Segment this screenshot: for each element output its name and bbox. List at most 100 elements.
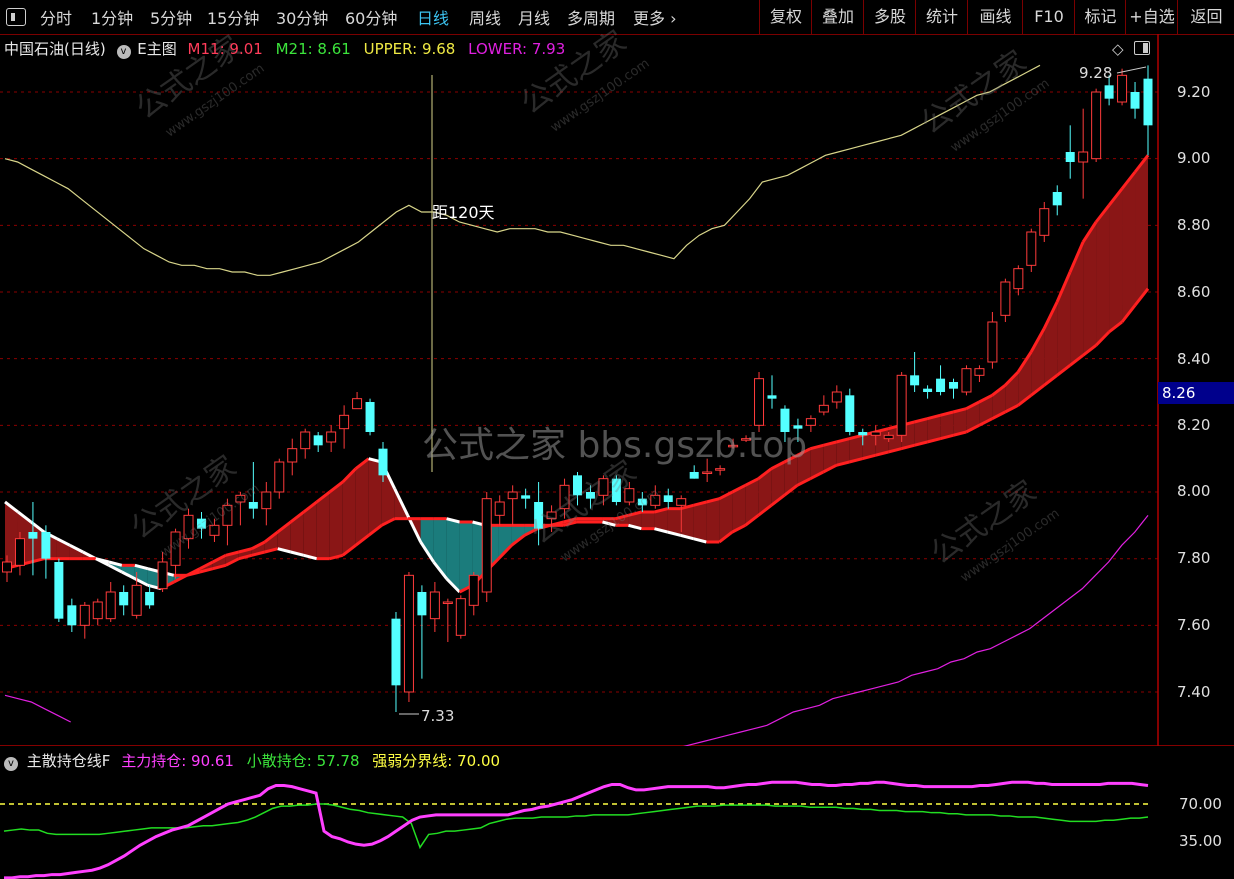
band-fill-86 [1122, 171, 1136, 322]
candle-72 [936, 378, 946, 392]
candle-78 [1013, 268, 1024, 290]
candle-3 [41, 531, 51, 559]
candle-31 [403, 574, 414, 693]
watermark-3: 公式之家www.gszj100.com [125, 449, 263, 560]
diamond-icon[interactable]: ◇ [1112, 40, 1124, 58]
price-tick-7: 7.80 [1177, 549, 1211, 567]
candle-4 [54, 561, 64, 619]
upper-label: UPPER: 9.68 [363, 40, 456, 58]
candle-28 [365, 401, 375, 432]
candle-53 [689, 471, 699, 479]
price-tick-4: 8.40 [1177, 350, 1211, 368]
price-chart[interactable]: 公式之家www.gszj100.com 公式之家www.gszj100.com 公式… [0, 0, 1234, 746]
candle-33 [429, 591, 440, 620]
candle-70 [910, 375, 920, 386]
band-fill-32 [420, 518, 434, 562]
candle-51 [663, 495, 673, 502]
candle-69 [896, 374, 907, 436]
candle-75 [974, 368, 985, 376]
price-tick-8: 7.60 [1177, 616, 1211, 634]
candle-80 [1039, 208, 1050, 236]
candle-59 [767, 395, 777, 399]
low-price-label: 7.33 [421, 707, 455, 725]
candle-68 [883, 434, 894, 440]
m21-label: M21: 8.61 [275, 40, 351, 58]
band-fill-53 [693, 501, 707, 542]
main-legend: 中国石油(日线) v E主图 M11: 9.01 M21: 8.61 UPPER… [4, 38, 565, 59]
sub-legend: v 主散持仓线F 主力持仓: 90.61 小散持仓: 57.78 强弱分界线: … [4, 750, 500, 771]
band-fill-25 [329, 481, 343, 559]
candle-88 [1143, 78, 1153, 126]
candle-26 [339, 414, 350, 430]
candle-63 [818, 404, 829, 413]
lower-line-left [4, 694, 71, 723]
price-tick-2: 8.80 [1177, 216, 1211, 234]
candle-82 [1065, 151, 1075, 162]
candle-74 [961, 368, 972, 393]
high-arrow [1116, 66, 1147, 74]
candle-73 [949, 381, 959, 389]
candle-64 [831, 391, 842, 403]
candle-1 [14, 538, 25, 566]
candle-7 [92, 601, 103, 620]
boundary-label: 强弱分界线: 70.00 [372, 752, 501, 770]
candle-66 [858, 431, 868, 436]
candle-67 [870, 431, 881, 436]
band-fill-49 [641, 511, 655, 529]
watermark-2: 公式之家www.gszj100.com [915, 44, 1053, 155]
retail-line [3, 803, 1149, 850]
indicator-name[interactable]: E主图 [137, 40, 176, 58]
candle-29 [378, 448, 388, 476]
band-fill-84 [1096, 205, 1110, 346]
sub-tick-0: 70.00 [1179, 795, 1222, 813]
candle-0 [2, 561, 12, 573]
retail-label: 小散持仓: 57.78 [246, 752, 360, 770]
candle-20 [261, 491, 272, 510]
candle-83 [1078, 151, 1089, 163]
candle-38 [494, 501, 505, 516]
candle-85 [1104, 85, 1114, 99]
candle-5 [67, 605, 77, 626]
main-force-label: 主力持仓: 90.61 [121, 752, 234, 770]
m21-seg-14 [186, 570, 201, 577]
price-tick-1: 9.00 [1177, 149, 1211, 167]
candle-21 [274, 461, 285, 493]
candle-40 [521, 495, 531, 499]
candle-35 [455, 598, 466, 636]
sub-indicator-name[interactable]: 主散持仓线F [27, 752, 111, 770]
sub-indicator-toggle-icon[interactable]: v [4, 757, 18, 771]
candle-12 [157, 561, 168, 590]
candle-32 [417, 591, 427, 616]
window-toggle-icon[interactable] [1134, 41, 1150, 55]
band-fill-87 [1135, 155, 1148, 306]
candle-77 [1000, 281, 1011, 316]
indicator-toggle-icon[interactable]: v [116, 45, 131, 59]
price-tick-6: 8.00 [1177, 482, 1211, 500]
high-price-label: 9.28 [1079, 64, 1113, 82]
band-fill-54 [706, 498, 720, 542]
main-force-line [4, 780, 1149, 879]
candle-79 [1026, 231, 1037, 266]
candle-22 [287, 448, 298, 463]
candle-11 [145, 591, 155, 606]
candle-6 [79, 604, 90, 626]
candle-37 [481, 498, 492, 593]
candle-52 [676, 498, 687, 506]
candle-34 [442, 601, 453, 604]
watermark-4: 公式之家www.gszj100.com [525, 454, 663, 565]
watermark-5: 公式之家www.gszj100.com [925, 474, 1063, 585]
crosshair-days-label: 距120天 [432, 203, 495, 222]
band-fill-83 [1083, 221, 1097, 356]
candle-2 [28, 531, 38, 539]
candle-54 [702, 471, 713, 474]
candle-10 [131, 584, 142, 616]
candle-71 [923, 388, 933, 392]
price-tick-9: 7.40 [1177, 683, 1211, 701]
candle-23 [300, 431, 311, 450]
candle-62 [805, 418, 816, 426]
candle-36 [468, 574, 479, 606]
candle-25 [326, 431, 337, 443]
candle-30 [391, 618, 401, 686]
m11-label: M11: 9.01 [187, 40, 263, 58]
candle-84 [1091, 91, 1102, 160]
